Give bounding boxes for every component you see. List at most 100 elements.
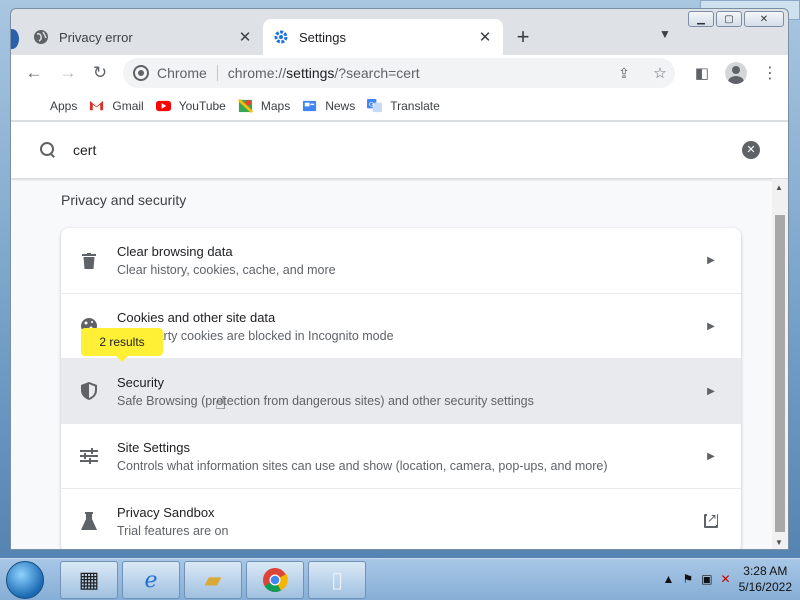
close-window-button[interactable]: ✕ [744,11,784,27]
maximize-button[interactable]: ▢ [716,11,742,27]
reload-button[interactable]: ↻ [85,58,115,88]
back-button[interactable]: ← [19,58,49,88]
settings-page: cert ✕ Privacy and security Clear browsi… [11,122,788,549]
gear-icon [273,29,289,45]
maps-icon [237,98,253,113]
taskbar-chrome[interactable] [246,561,304,599]
row-subtitle: Safe Browsing (protection from dangerous… [117,393,534,408]
trash-icon [61,252,117,269]
toolbar: ← → ↻ Chrome chrome://settings/?search=c… [11,55,788,91]
scroll-up-arrow-icon[interactable]: ▲ [775,183,783,192]
youtube-icon [155,100,171,112]
tray-expand-icon[interactable]: ▲ [663,572,675,586]
chevron-right-icon: ▶ [707,255,715,266]
gmail-icon [90,100,104,111]
row-title: Cookies and other site data [117,309,276,325]
tab-strip: Privacy error ✕ Settings ✕ + ▼ [11,9,788,55]
chrome-site-icon[interactable] [133,65,149,81]
tab-settings[interactable]: Settings ✕ [263,19,503,55]
bookmark-label: Maps [260,98,291,113]
taskbar-notepad[interactable]: ▯ [308,561,366,599]
vertical-scrollbar[interactable]: ▲ ▼ [772,179,788,549]
row-title: Site Settings [117,439,190,455]
taskbar-explorer[interactable]: ▰ [184,561,242,599]
tab-title: Privacy error [59,29,133,45]
new-tab-button[interactable]: + [511,25,535,49]
tab-search-chevron-icon[interactable]: ▼ [659,27,671,41]
minimize-button[interactable]: ▁ [688,11,714,27]
bookmark-label: Gmail [112,98,144,113]
menu-kebab-icon[interactable]: ⋮ [755,58,785,88]
apps-grid-icon [27,98,42,113]
chevron-right-icon: ▶ [707,385,715,397]
row-security[interactable]: Security Safe Browsing (protection from … [61,358,741,423]
bookmark-star-icon[interactable]: ☆ [645,58,675,88]
search-input[interactable]: cert [73,142,788,158]
row-title: Clear browsing data [117,244,233,259]
clear-search-icon[interactable]: ✕ [742,141,760,159]
taskbar-control-panel[interactable]: ▦ [60,561,118,599]
row-subtitle: Third-party cookies are blocked in Incog… [117,328,394,343]
volume-muted-icon[interactable]: ✕ [721,572,731,586]
forward-button[interactable]: → [53,58,83,88]
start-button[interactable] [6,561,44,599]
translate-icon: G [367,98,383,113]
tab-privacy-error[interactable]: Privacy error ✕ [23,19,263,55]
scroll-down-arrow-icon[interactable]: ▼ [775,538,783,547]
close-tab-icon[interactable]: ✕ [477,28,493,46]
flag-icon[interactable]: ⚑ [682,572,693,586]
row-privacy-sandbox[interactable]: Privacy Sandbox Trial features are on [61,488,741,549]
row-site-settings[interactable]: Site Settings Controls what information … [61,423,741,488]
bookmark-translate[interactable]: G Translate [367,98,440,113]
side-panel-icon[interactable]: ◧ [687,58,717,88]
url-prefix: chrome:// [227,65,287,81]
taskbar: ▦ ℯ ▰ ▯ ▲ ⚑ ▣ ✕ 3:28 AM 5/16/2022 [0,558,800,600]
search-results-bubble: 2 results [81,328,163,362]
profile-button[interactable] [721,58,751,88]
system-tray: ▲ ⚑ ▣ ✕ 3:28 AM 5/16/2022 [663,563,792,595]
external-link-icon-wrap [681,511,741,528]
news-icon [303,100,317,112]
bookmark-gmail[interactable]: Gmail [89,98,144,113]
chrome-logo-fragment [11,29,19,49]
omnibox-label: Chrome [157,65,218,81]
window-controls: ▁ ▢ ✕ [688,11,784,27]
bookmark-apps[interactable]: Apps [27,98,77,113]
close-tab-icon[interactable]: ✕ [237,28,253,46]
privacy-card: Clear browsing data Clear history, cooki… [61,228,741,549]
bookmark-news[interactable]: News [302,98,355,113]
chrome-window: ▁ ▢ ✕ Privacy error ✕ Settings ✕ + ▼ ← →… [10,8,789,550]
clock[interactable]: 3:28 AM 5/16/2022 [739,563,792,595]
address-bar[interactable]: Chrome chrome://settings/?search=cert ⇪ … [123,58,675,88]
chrome-icon [263,568,288,593]
toolbar-right: ◧ ⋮ [687,58,785,88]
row-subtitle: Trial features are on [117,523,229,538]
chevron-right-icon: ▶ [707,450,715,462]
document-icon: ▯ [330,567,344,592]
omnibox-actions: ⇪ ☆ [609,58,675,88]
svg-text:G: G [369,100,374,108]
bookmark-maps[interactable]: Maps [237,98,291,113]
row-cookies[interactable]: Cookies and other site data Third-party … [61,293,741,358]
section-title: Privacy and security [61,192,187,208]
scrollbar-thumb[interactable] [775,215,785,532]
row-clear-browsing-data[interactable]: Clear browsing data Clear history, cooki… [61,228,741,293]
share-icon[interactable]: ⇪ [609,58,639,88]
tab-title: Settings [299,29,346,45]
bookmark-youtube[interactable]: YouTube [155,98,226,113]
clock-time: 3:28 AM [743,564,788,578]
bookmark-label: Apps [50,98,78,113]
clock-date: 5/16/2022 [738,580,792,594]
url-suffix: /?search=cert [334,65,420,81]
row-title: Security [117,374,164,390]
shield-icon [61,382,117,400]
bookmark-label: News [325,98,356,113]
network-icon[interactable]: ▣ [701,572,712,586]
bookmark-label: YouTube [178,98,226,113]
chevron-right-icon: ▶ [707,320,715,332]
taskbar-internet-explorer[interactable]: ℯ [122,561,180,599]
external-link-icon[interactable] [704,511,718,528]
url-text[interactable]: chrome://settings/?search=cert [218,65,420,81]
bookmark-label: Translate [390,98,440,113]
row-title: Privacy Sandbox [117,504,215,520]
